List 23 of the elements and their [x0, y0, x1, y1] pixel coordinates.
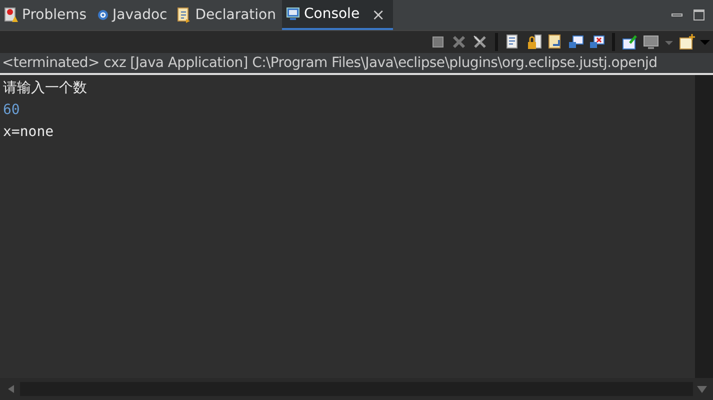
output-text: x=none	[3, 123, 54, 142]
process-status: <terminated> cxz [Java Application] C:\Program Files\Java\eclipse\plugins\org.eclipse.justj.openjd	[0, 53, 713, 75]
output-text: 请输入一个数	[3, 79, 87, 98]
close-button[interactable]: ×	[370, 4, 387, 24]
view-tab[interactable]: Problems	[0, 0, 93, 30]
document-icon	[177, 7, 192, 23]
console-error-icon[interactable]	[589, 34, 605, 50]
remove-all-icon[interactable]	[472, 34, 488, 50]
remove-icon[interactable]	[451, 34, 467, 50]
view-tab[interactable]: Javadoc	[92, 0, 174, 30]
maximize-icon[interactable]	[693, 9, 705, 21]
new-console-icon[interactable]	[679, 34, 695, 50]
lock-icon[interactable]	[526, 34, 542, 50]
view-tab[interactable]: Declaration	[173, 0, 282, 30]
monitor-icon[interactable]	[643, 34, 659, 50]
vertical-scrollbar[interactable]	[695, 75, 713, 378]
stop-icon[interactable]	[430, 34, 446, 50]
problems-icon	[4, 7, 18, 23]
monitor-icon	[286, 7, 300, 21]
at-sign-icon	[96, 9, 109, 21]
view-tab[interactable]: Console ×	[282, 0, 393, 30]
input-text: 60	[3, 101, 20, 120]
console-window-icon[interactable]	[568, 34, 584, 50]
